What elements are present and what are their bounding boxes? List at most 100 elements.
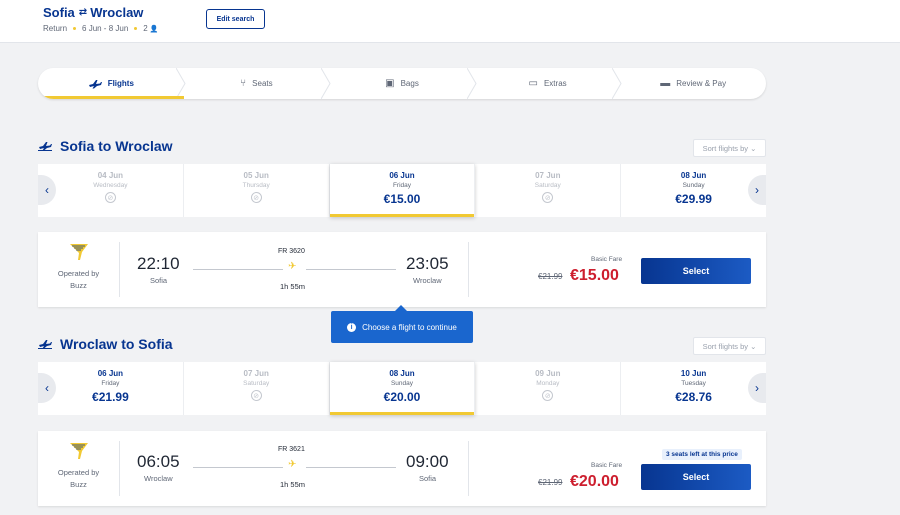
date-option: 07 Jun Saturday ⊘ <box>475 164 622 217</box>
original-price: €21.99 <box>538 478 563 487</box>
person-icon: 👤 <box>149 25 159 33</box>
seat-icon: ⑂ <box>240 78 247 89</box>
sort-label: Sort flights by <box>702 341 749 351</box>
booking-steps: Flights ⑂ Seats ▣ Bags ▭ Extras ▬ Review… <box>38 68 766 99</box>
divider <box>468 242 469 297</box>
no-flights-icon: ⊘ <box>542 192 554 203</box>
date-option[interactable]: 08 Jun Sunday €29.99 <box>621 164 766 217</box>
sort-flights-dropdown[interactable]: Sort flights by ⌄ <box>693 337 766 355</box>
step-seats[interactable]: ⑂ Seats <box>184 68 331 99</box>
departure-city: Wroclaw <box>144 474 173 483</box>
bag-icon: ▣ <box>385 78 395 89</box>
date-option: 05 Jun Thursday ⊘ <box>184 164 330 217</box>
date-label: 08 Jun <box>680 171 707 180</box>
step-label: Seats <box>252 79 273 88</box>
weekday-label: Saturday <box>534 182 561 189</box>
date-label: 07 Jun <box>535 171 561 180</box>
date-option-selected[interactable]: 08 Jun Sunday €20.00 <box>329 362 476 415</box>
card-icon: ▬ <box>660 78 671 89</box>
departure-city: Sofia <box>150 276 168 285</box>
carrier-info: Operated by Buzz <box>38 441 120 496</box>
edit-search-button[interactable]: Edit search <box>206 9 265 29</box>
trip-summary: Return 6 Jun - 8 Jun 2 👤 <box>43 24 158 33</box>
trip-type: Return <box>43 24 68 33</box>
chevron-right-icon: › <box>755 183 759 197</box>
inbound-title: Wroclaw to Sofia <box>38 336 173 352</box>
sort-label: Sort flights by <box>702 143 749 153</box>
date-option-selected[interactable]: 06 Jun Friday €15.00 <box>329 164 476 217</box>
inbound-date-strip: 06 Jun Friday €21.99 07 Jun Saturday ⊘ 0… <box>38 362 766 415</box>
weekday-label: Sunday <box>682 182 705 189</box>
separator-dot <box>73 27 77 30</box>
seats-left-badge: 3 seats left at this price <box>662 449 742 460</box>
chevron-left-icon: ‹ <box>45 183 49 197</box>
no-flights-icon: ⊘ <box>250 192 262 203</box>
carrier-info: Operated by Buzz <box>38 242 120 297</box>
chevron-right-icon: › <box>755 381 759 395</box>
current-price: €20.00 <box>570 473 619 490</box>
tooltip-text: Choose a flight to continue <box>362 322 457 332</box>
date-option: 09 Jun Monday ⊘ <box>475 362 622 415</box>
arrival-time: 23:05 <box>406 254 449 273</box>
step-extras[interactable]: ▭ Extras <box>475 68 622 99</box>
step-flights[interactable]: Flights <box>38 68 186 99</box>
step-review-pay[interactable]: ▬ Review & Pay <box>620 68 766 99</box>
sort-flights-dropdown[interactable]: Sort flights by ⌄ <box>693 139 766 157</box>
weekday-label: Monday <box>536 380 560 387</box>
date-option[interactable]: 06 Jun Friday €21.99 <box>38 362 184 415</box>
flight-duration: 1h 55m <box>280 480 306 489</box>
ryanair-harp-logo <box>69 244 88 260</box>
airplane-icon: ✈ <box>288 261 297 272</box>
route-line <box>193 269 283 270</box>
trip-dates: 6 Jun - 8 Jun <box>82 24 129 33</box>
return-arrows-icon: ⇄ <box>78 7 87 18</box>
no-flights-icon: ⊘ <box>104 192 116 203</box>
arrival-time: 09:00 <box>406 452 449 471</box>
origin-city: Sofia <box>43 5 75 20</box>
chevron-down-icon: ⌄ <box>750 341 757 351</box>
date-price: €20.00 <box>383 390 421 404</box>
current-price: €15.00 <box>570 267 619 284</box>
date-label: 07 Jun <box>243 369 269 378</box>
ryanair-harp-logo <box>69 443 88 459</box>
departure-plane-icon <box>38 340 52 349</box>
carrier-name: Buzz <box>70 281 87 290</box>
date-price: €28.76 <box>675 390 712 404</box>
weekday-label: Wednesday <box>93 182 128 189</box>
date-label: 05 Jun <box>243 171 269 180</box>
operated-label: Operated by <box>57 468 100 477</box>
outbound-date-strip: 04 Jun Wednesday ⊘ 05 Jun Thursday ⊘ 06 … <box>38 164 766 217</box>
weekday-label: Thursday <box>242 182 270 189</box>
inbound-flight-card: Operated by Buzz 06:05 Wroclaw FR 3621 ✈… <box>38 431 766 506</box>
step-bags[interactable]: ▣ Bags <box>329 68 477 99</box>
select-flight-button[interactable]: Select <box>641 258 751 284</box>
select-flight-button[interactable]: Select <box>641 464 751 490</box>
date-price: €15.00 <box>383 192 421 206</box>
step-label: Bags <box>400 79 419 88</box>
chevron-down-icon: ⌄ <box>750 143 757 153</box>
date-option[interactable]: 10 Jun Tuesday €28.76 <box>621 362 766 415</box>
date-label: 06 Jun <box>97 369 124 378</box>
weekday-label: Sunday <box>390 380 414 387</box>
arrival-city: Sofia <box>419 474 437 483</box>
date-label: 09 Jun <box>535 369 561 378</box>
fare-type: Basic Fare <box>591 462 623 469</box>
destination-city: Wroclaw <box>90 5 144 20</box>
info-icon: i <box>347 322 357 332</box>
operated-label: Operated by <box>57 269 100 278</box>
outbound-title: Sofia to Wroclaw <box>38 138 173 154</box>
inbound-title-text: Wroclaw to Sofia <box>60 336 173 352</box>
extras-icon: ▭ <box>528 78 538 89</box>
operated-by: Operated by Buzz <box>58 467 99 491</box>
flight-number: FR 3620 <box>278 248 305 255</box>
route-line <box>306 467 396 468</box>
no-flights-icon: ⊘ <box>542 390 554 401</box>
separator-dot <box>134 27 138 30</box>
original-price: €21.99 <box>538 272 563 281</box>
fare-type: Basic Fare <box>591 256 623 263</box>
no-flights-icon: ⊘ <box>250 390 262 401</box>
step-label: Extras <box>543 79 567 88</box>
route-title: Sofia ⇄ Wroclaw <box>43 5 143 20</box>
date-option: 04 Jun Wednesday ⊘ <box>38 164 184 217</box>
date-price: €21.99 <box>92 390 129 404</box>
